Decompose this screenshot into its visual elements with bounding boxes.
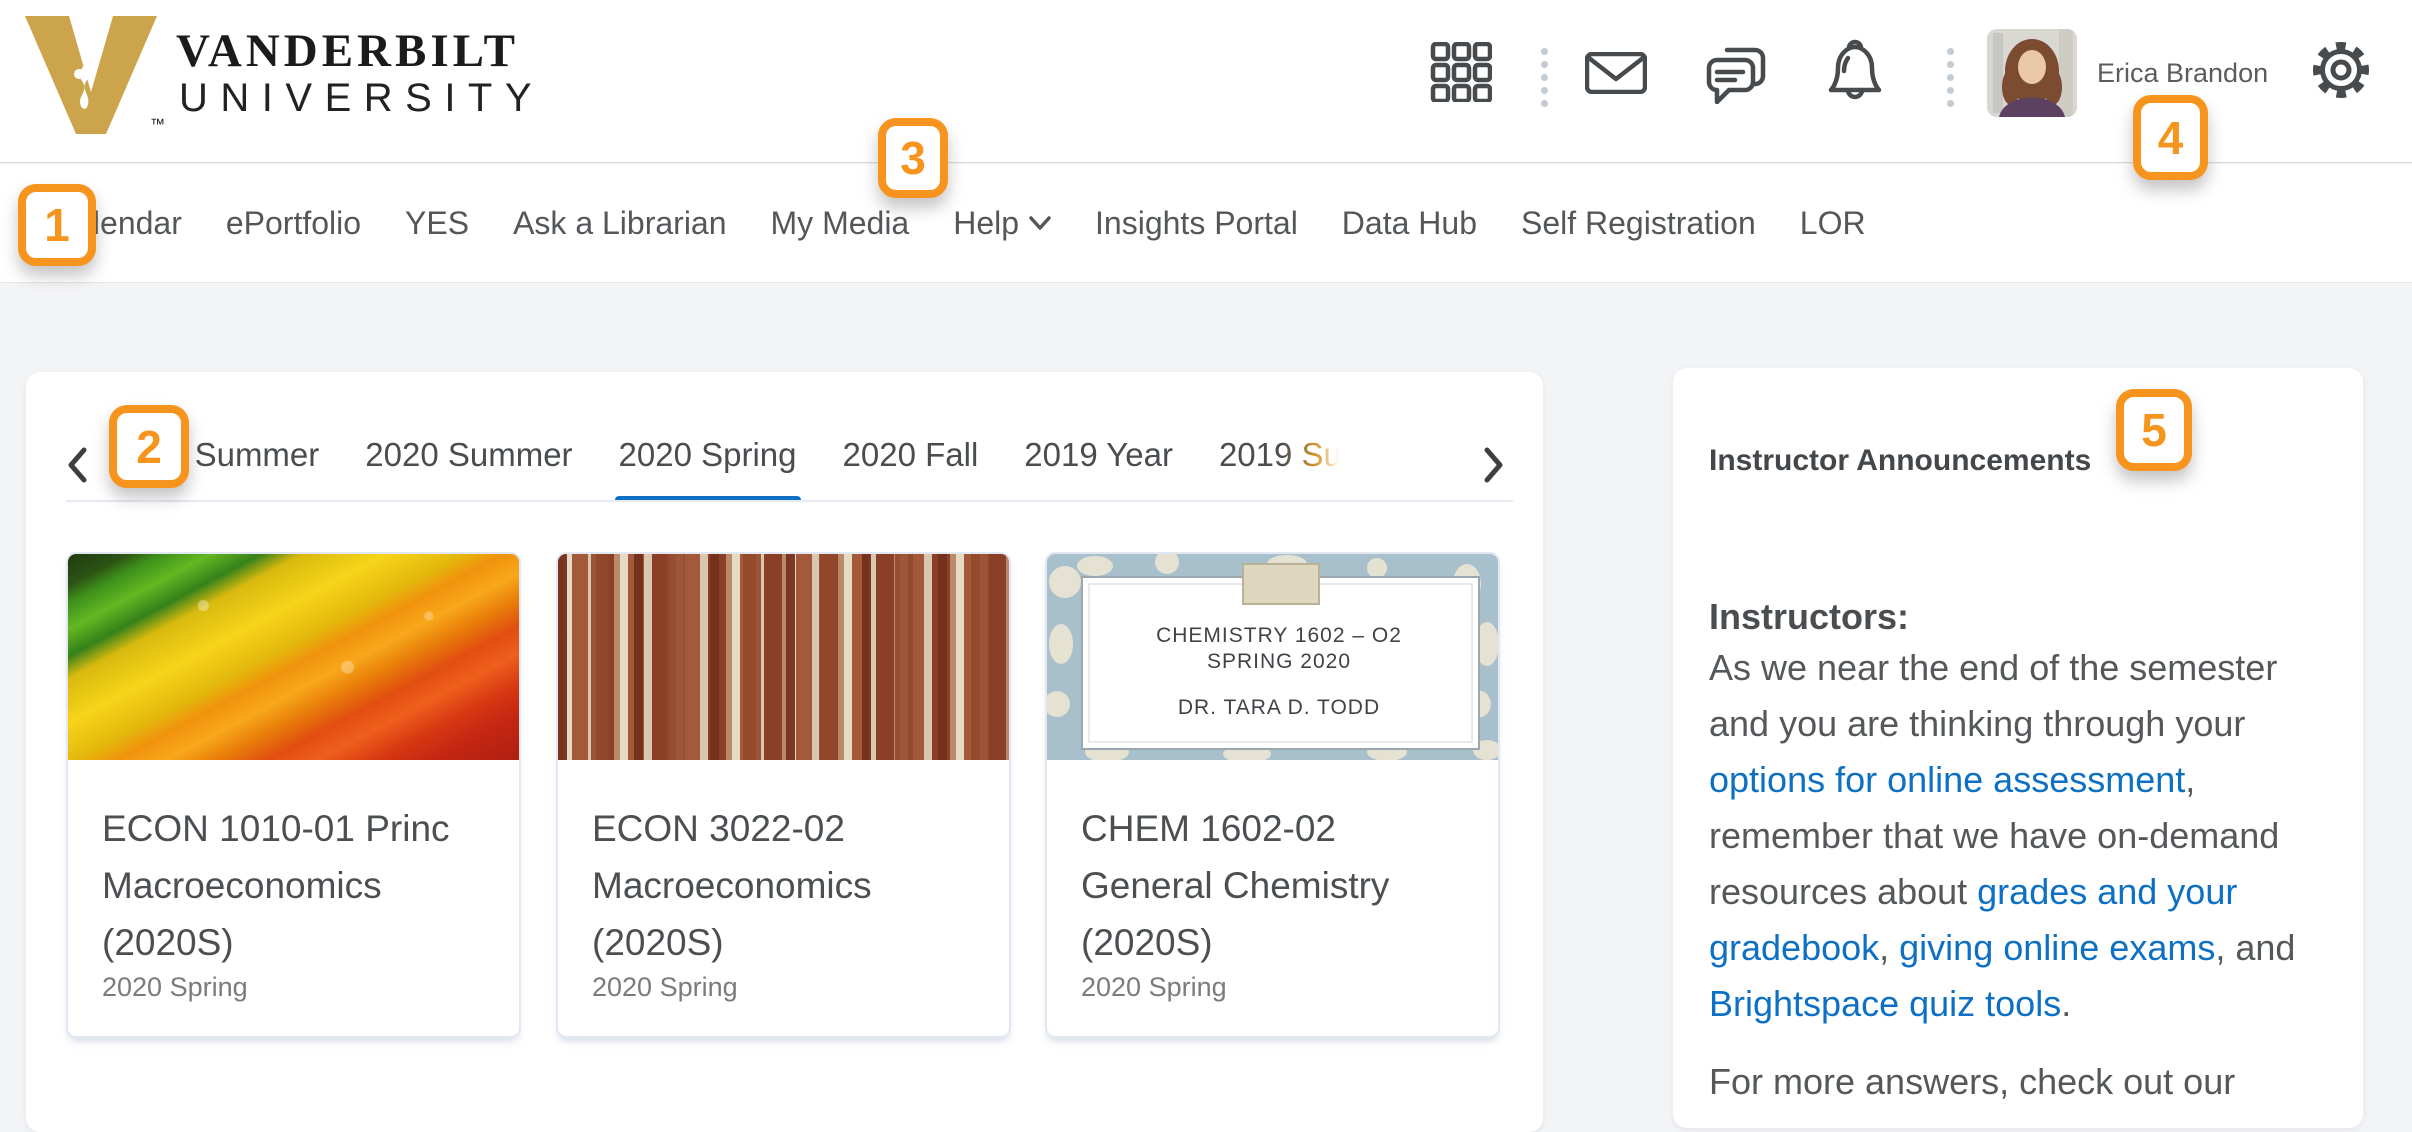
tab-2020-summer-2[interactable]: 2020 Summer xyxy=(365,414,572,500)
nav-label: My Media xyxy=(771,205,910,242)
brand-wordmark-line1: VANDERBILT xyxy=(176,24,519,78)
nav-label: Data Hub xyxy=(1342,205,1477,242)
my-courses-panel: 2020 Summer 2020 Summer 2020 Spring 2020… xyxy=(26,372,1543,1132)
slide-instructor-line: DR. TARA D. TODD xyxy=(1178,696,1380,719)
course-cover-colored-pencils xyxy=(68,554,519,760)
bell-icon[interactable] xyxy=(1828,38,1882,104)
tab-2020-spring-active[interactable]: 2020 Spring xyxy=(619,414,797,500)
som-mark-1-nav-calendar[interactable]: 1 xyxy=(18,184,96,266)
link-options-for-online-assessment[interactable]: options for online assessment xyxy=(1709,759,2185,800)
link-gradebook-continued[interactable]: gradebook xyxy=(1709,927,1879,968)
tab-2020-fall[interactable]: 2020 Fall xyxy=(843,414,979,500)
announcements-heading: Instructor Announcements xyxy=(1709,444,2091,478)
nav-item-eportfolio[interactable]: ePortfolio xyxy=(204,205,383,242)
term-tabs: 2020 Summer 2020 Summer 2020 Spring 2020… xyxy=(112,414,1483,500)
course-cover-pine-forest xyxy=(558,554,1009,760)
nav-item-ask-a-librarian[interactable]: Ask a Librarian xyxy=(491,205,748,242)
som-mark-5-announcements[interactable]: 5 xyxy=(2116,389,2192,471)
link-brightspace-quiz-tools[interactable]: Brightspace quiz tools xyxy=(1709,983,2061,1024)
header-divider-dots xyxy=(1947,48,1955,113)
tab-label: 2020 Summer xyxy=(365,436,572,473)
tab-2019-year[interactable]: 2019 Year xyxy=(1024,414,1173,500)
main-navbar: Calendar ePortfolio YES Ask a Librarian … xyxy=(0,164,2412,283)
nav-label: LOR xyxy=(1800,205,1866,242)
announcement-paragraph: As we near the end of the semester and y… xyxy=(1709,640,2295,1032)
course-term: 2020 Spring xyxy=(1081,972,1227,1003)
mail-icon[interactable] xyxy=(1585,52,1647,94)
nav-label: Insights Portal xyxy=(1095,205,1298,242)
announcement-paragraph-2: For more answers, check out our xyxy=(1709,1054,2235,1110)
course-title: ECON 1010-01 Princ Macroeconomics (2020S… xyxy=(102,800,450,971)
nav-item-help[interactable]: Help xyxy=(931,205,1073,242)
som-mark-2-carousel-tabs[interactable]: 2 xyxy=(109,405,189,488)
nav-label: Ask a Librarian xyxy=(513,205,726,242)
term-tabstrip: 2020 Summer 2020 Summer 2020 Spring 2020… xyxy=(26,372,1543,502)
slide-course-line: CHEMISTRY 1602 – O2 xyxy=(1156,624,1402,647)
course-title: ECON 3022-02 Macroeconomics (2020S) xyxy=(592,800,872,971)
carousel-prev-icon[interactable] xyxy=(66,430,96,500)
trademark-symbol: ™ xyxy=(150,116,165,133)
nav-item-lor[interactable]: LOR xyxy=(1778,205,1888,242)
app-grid-icon[interactable] xyxy=(1430,42,1492,102)
tab-label: 2019 Year xyxy=(1024,436,1173,473)
som-mark-4-user-menu[interactable]: 4 xyxy=(2133,95,2208,180)
nav-item-self-registration[interactable]: Self Registration xyxy=(1499,205,1778,242)
header-divider-dots xyxy=(1541,48,1549,113)
user-avatar[interactable] xyxy=(1987,29,2077,117)
nav-item-insights-portal[interactable]: Insights Portal xyxy=(1073,205,1320,242)
tab-label: 2019 Su xyxy=(1219,436,1342,473)
chevron-down-icon xyxy=(1029,216,1051,231)
link-grades-and-your-gradebook[interactable]: grades and your xyxy=(1977,871,2237,912)
nav-label: YES xyxy=(405,205,469,242)
nav-label: Help xyxy=(953,205,1019,242)
course-term: 2020 Spring xyxy=(592,972,738,1003)
announcements-subheading: Instructors: xyxy=(1709,596,1909,638)
course-term: 2020 Spring xyxy=(102,972,248,1003)
carousel-next-icon[interactable] xyxy=(1483,430,1513,500)
tab-2019-summer-truncated[interactable]: 2019 Su xyxy=(1219,414,1342,500)
course-card-chem-1602[interactable]: CHEMISTRY 1602 – O2 SPRING 2020 DR. TARA… xyxy=(1045,552,1500,1038)
slide-term-line: SPRING 2020 xyxy=(1207,650,1351,673)
course-title: CHEM 1602-02 General Chemistry (2020S) xyxy=(1081,800,1389,971)
active-tab-underline xyxy=(615,496,801,500)
user-name[interactable]: Erica Brandon xyxy=(2097,58,2268,89)
course-card-econ-3022[interactable]: ECON 3022-02 Macroeconomics (2020S) 2020… xyxy=(556,552,1011,1038)
nav-label: Self Registration xyxy=(1521,205,1756,242)
nav-label: ePortfolio xyxy=(226,205,361,242)
link-giving-online-exams[interactable]: giving online exams xyxy=(1899,927,2215,968)
chat-icon[interactable] xyxy=(1705,38,1769,104)
instructor-announcements-panel: Instructor Announcements Instructors: As… xyxy=(1673,368,2363,1128)
top-header: ™ VANDERBILT UNIVERSITY xyxy=(0,0,2412,163)
course-card-econ-1010[interactable]: ECON 1010-01 Princ Macroeconomics (2020S… xyxy=(66,552,521,1038)
nav-item-yes[interactable]: YES xyxy=(383,205,491,242)
brand-wordmark-line2: UNIVERSITY xyxy=(179,76,544,121)
nav-item-my-media[interactable]: My Media xyxy=(749,205,932,242)
tab-label: 2020 Spring xyxy=(619,436,797,473)
tab-label: 2020 Fall xyxy=(843,436,979,473)
settings-gear-icon[interactable] xyxy=(2308,36,2374,104)
course-cover-title-slide: CHEMISTRY 1602 – O2 SPRING 2020 DR. TARA… xyxy=(1047,554,1498,760)
nav-item-data-hub[interactable]: Data Hub xyxy=(1320,205,1499,242)
vanderbilt-v-logo-icon[interactable] xyxy=(25,16,157,134)
som-mark-3-my-media[interactable]: 3 xyxy=(878,118,948,198)
